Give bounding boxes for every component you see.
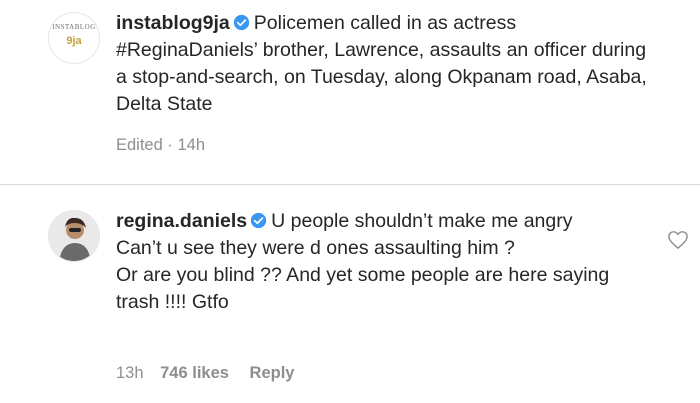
avatar-brand-main: 9ja (66, 35, 82, 47)
edited-label: Edited (116, 136, 163, 154)
likes-count[interactable]: 746 likes (160, 364, 229, 382)
meta-separator: · (167, 136, 173, 154)
avatar-regina-daniels[interactable] (48, 210, 100, 262)
post-meta: Edited · 14h (116, 136, 205, 155)
post-caption: INSTABLOG 9ja instablog9ja Policemen call… (0, 0, 700, 184)
comment-meta: 13h 746 likes Reply (116, 364, 294, 383)
verified-badge-icon (250, 212, 267, 229)
caption-text: instablog9ja Policemen called in as actre… (116, 10, 656, 118)
divider (0, 184, 700, 185)
comment-text: regina.daniels U people shouldn’t make me… (116, 208, 656, 316)
comment-username[interactable]: regina.daniels (116, 210, 247, 232)
reply-button[interactable]: Reply (250, 364, 295, 382)
avatar-brand-top: INSTABLOG (52, 23, 96, 31)
comment-line-3: Or are you blind ?? And yet some people … (116, 264, 610, 313)
post-time: 14h (177, 136, 206, 154)
post-username[interactable]: instablog9ja (116, 12, 230, 34)
comment-line-2: Can’t u see they were d ones assaulting … (116, 237, 515, 259)
profile-photo-icon (49, 211, 99, 261)
verified-badge-icon (233, 14, 249, 31)
heart-outline-icon[interactable] (667, 230, 689, 250)
comment-line-1: U people shouldn’t make me angry (271, 210, 573, 232)
comment: regina.daniels U people shouldn’t make me… (0, 186, 700, 403)
avatar-instablog9ja[interactable]: INSTABLOG 9ja (48, 12, 100, 64)
comment-time: 13h (116, 364, 144, 382)
